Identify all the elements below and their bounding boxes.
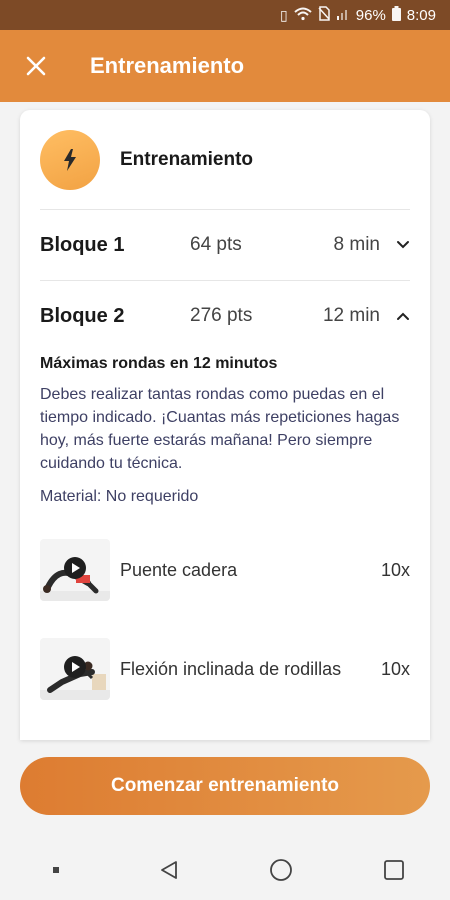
workout-card: Entrenamiento Bloque 1 64 pts 8 min Bloq… (20, 110, 430, 740)
chevron-down-icon (380, 240, 410, 250)
block-name: Bloque 2 (40, 304, 125, 327)
material-text: Material: No requerido (40, 488, 199, 505)
detail-description: Debes realizar tantas rondas como puedas… (40, 386, 400, 472)
card-title: Entrenamiento (120, 149, 254, 170)
close-icon (26, 56, 46, 76)
exercise-thumbnail (40, 638, 110, 700)
signal-icon (336, 7, 350, 24)
exercise-reps: 10x (380, 658, 410, 679)
status-bar: ▯ 96% 8:09 (0, 0, 450, 30)
nav-back-button[interactable] (144, 850, 194, 890)
chevron-up-icon (380, 311, 410, 321)
block-row-2[interactable]: Bloque 2 276 pts 12 min (40, 281, 410, 351)
vibrate-icon: ▯ (280, 6, 288, 23)
block-row-1[interactable]: Bloque 1 64 pts 8 min (40, 210, 410, 280)
exercise-reps: 10x (380, 559, 410, 580)
home-circle-icon (270, 859, 293, 881)
detail-title: Máximas rondas en 12 minutos (40, 355, 278, 372)
battery-percent: 96% (355, 6, 386, 24)
block-name: Bloque 1 (40, 233, 125, 256)
block-duration: 12 min (322, 305, 380, 326)
back-triangle-icon (160, 861, 177, 879)
battery-icon (391, 6, 401, 24)
nav-recents-button[interactable] (369, 850, 419, 890)
exercise-name: Puente cadera (120, 559, 238, 580)
block-duration: 8 min (333, 234, 380, 255)
play-icon (64, 656, 86, 678)
page-title: Entrenamiento (90, 53, 245, 78)
card-header: Entrenamiento (20, 110, 430, 210)
nav-dot-button[interactable] (31, 850, 81, 890)
dot-icon (53, 867, 60, 873)
close-button[interactable] (18, 48, 54, 84)
nav-home-button[interactable] (256, 850, 306, 890)
system-nav-bar (0, 840, 450, 900)
exercise-item[interactable]: Puente cadera 10x (40, 535, 410, 605)
bolt-badge (40, 130, 100, 190)
wifi-icon (294, 7, 312, 24)
block-points: 64 pts (190, 234, 242, 255)
recents-square-icon (383, 860, 404, 880)
exercise-thumbnail (40, 539, 110, 601)
start-workout-button[interactable]: Comenzar entrenamiento (20, 757, 430, 815)
play-icon (64, 557, 86, 579)
exercise-item[interactable]: Flexión inclinada de rodillas 10x (40, 634, 410, 704)
exercise-name: Flexión inclinada de rodillas (120, 658, 342, 679)
status-time: 8:09 (406, 6, 436, 24)
app-bar: Entrenamiento (0, 30, 450, 102)
block-points: 276 pts (190, 305, 253, 326)
bolt-icon (64, 149, 76, 171)
block-detail: Máximas rondas en 12 minutos Debes reali… (40, 355, 410, 506)
no-sim-icon (318, 6, 330, 24)
